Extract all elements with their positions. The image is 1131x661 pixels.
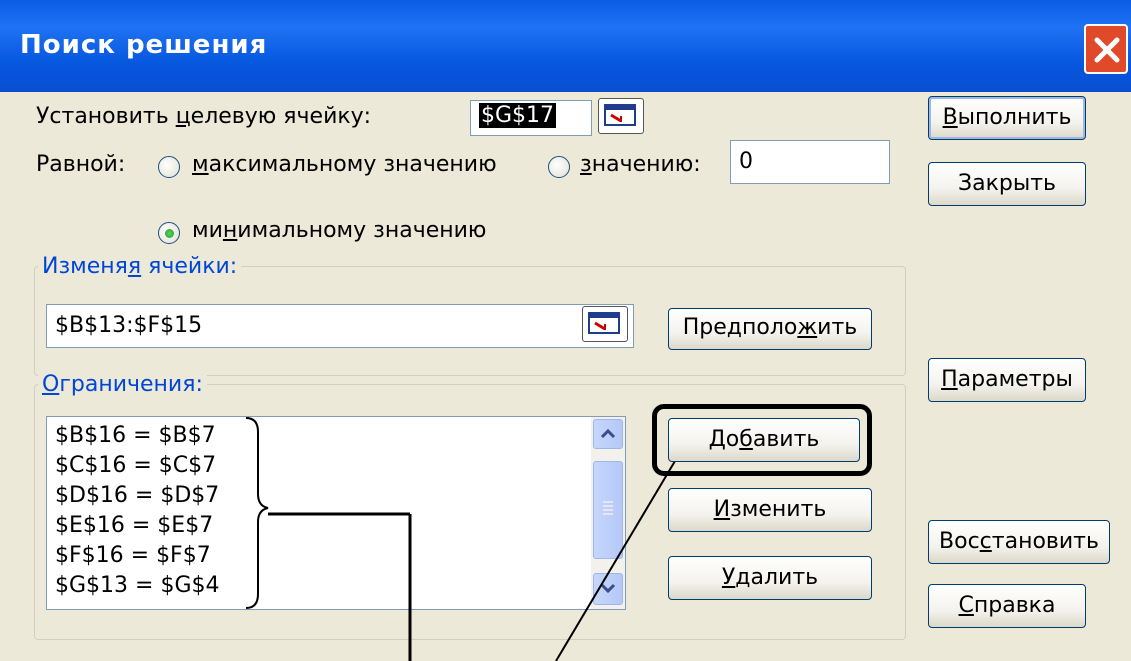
add-button[interactable]: Добавить — [668, 418, 860, 462]
help-button[interactable]: Справка — [928, 584, 1086, 628]
reset-button[interactable]: Восстановить — [928, 520, 1110, 564]
solve-button[interactable]: Выполнить — [928, 96, 1086, 140]
close-dialog-button[interactable]: Закрыть — [928, 162, 1086, 206]
change-button[interactable]: Изменить — [668, 488, 872, 532]
delete-button[interactable]: Удалить — [668, 556, 872, 600]
options-button[interactable]: Параметры — [928, 358, 1086, 402]
